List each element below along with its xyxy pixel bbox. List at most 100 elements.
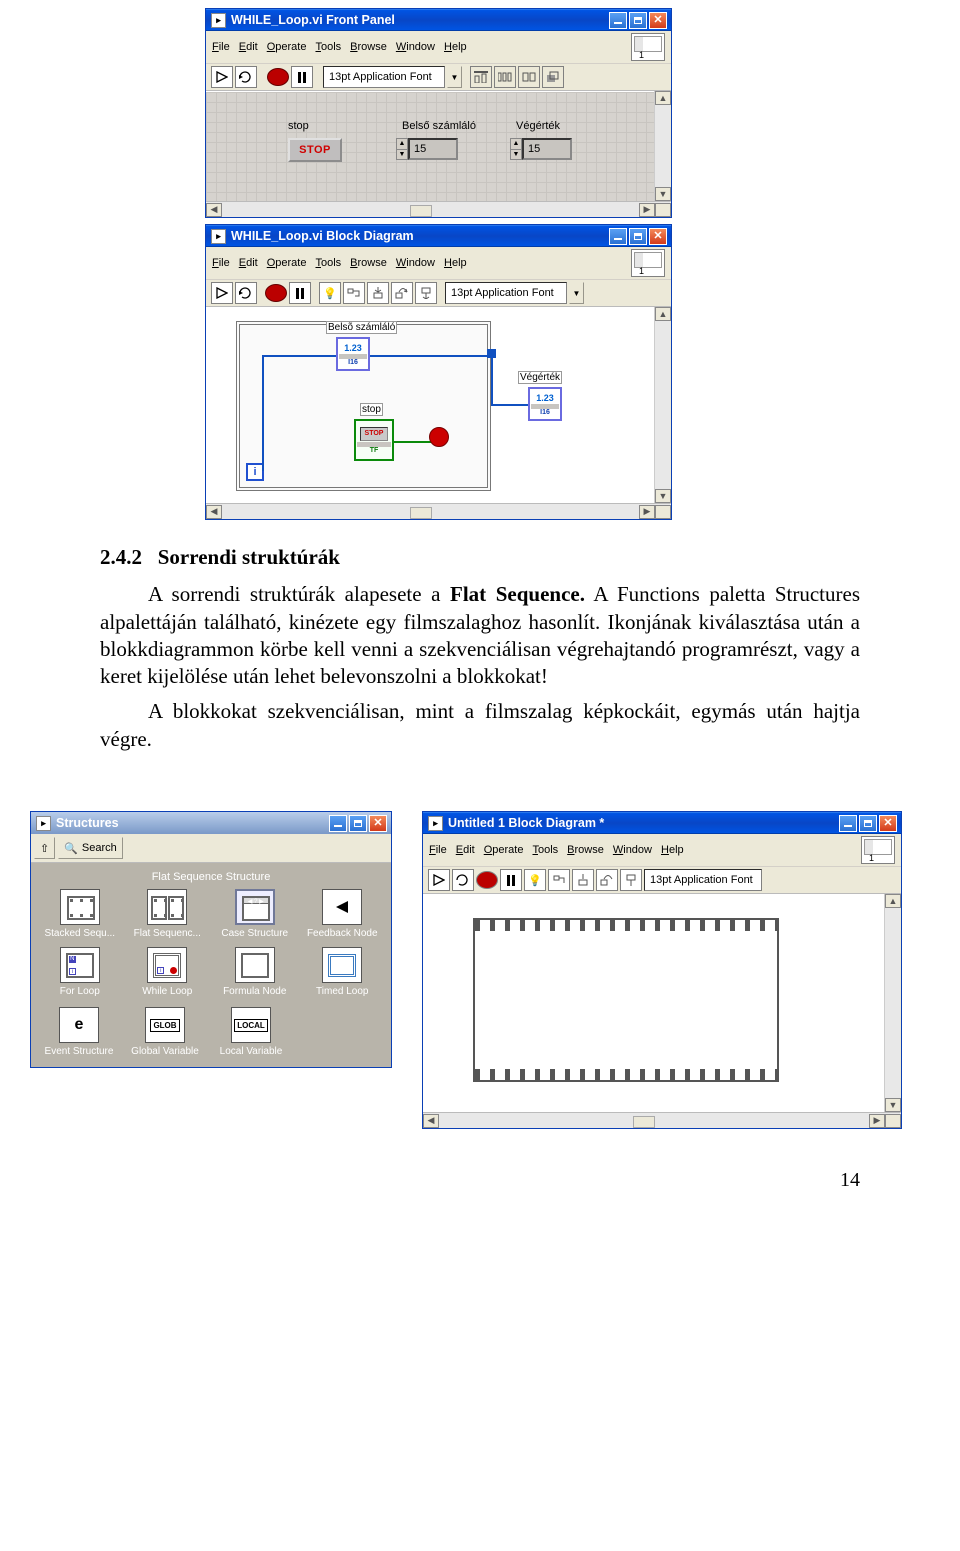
step-out-button[interactable] [415, 282, 437, 304]
formula-node-icon[interactable]: v=f(x) [235, 947, 275, 983]
maximize-button[interactable] [859, 815, 877, 832]
vertical-scrollbar[interactable]: ▲▼ [884, 894, 900, 1112]
menu-operate[interactable]: Operate [267, 257, 307, 269]
local-variable-icon[interactable]: LOCAL [231, 1007, 271, 1043]
minimize-button[interactable] [839, 815, 857, 832]
highlight-button[interactable]: 💡 [524, 869, 546, 891]
spin-icon[interactable]: ▲▼ [510, 138, 522, 160]
pause-button[interactable] [291, 66, 313, 88]
while-loop-icon[interactable]: i [147, 947, 187, 983]
retain-wire-button[interactable] [343, 282, 365, 304]
minimize-button[interactable] [329, 815, 347, 832]
step-out-button[interactable] [620, 869, 642, 891]
menu-tools[interactable]: Tools [315, 41, 341, 53]
reorder-button[interactable] [542, 66, 564, 88]
minimize-button[interactable] [609, 228, 627, 245]
step-into-button[interactable] [572, 869, 594, 891]
flat-sequence-structure[interactable] [473, 918, 779, 1082]
vertical-scrollbar[interactable]: ▲▼ [654, 307, 670, 503]
abort-button[interactable] [265, 284, 287, 302]
menu-file[interactable]: File [212, 41, 230, 53]
stop-terminal[interactable]: STOP TF [354, 419, 394, 461]
menu-help[interactable]: Help [444, 41, 467, 53]
stop-button[interactable]: STOP [288, 138, 342, 162]
close-button[interactable] [649, 228, 667, 245]
menu-help[interactable]: Help [444, 257, 467, 269]
menu-tools[interactable]: Tools [315, 257, 341, 269]
counter-indicator[interactable]: ▲▼ 15 [396, 138, 458, 160]
loop-condition-terminal[interactable] [429, 427, 449, 447]
menu-edit[interactable]: Edit [456, 844, 475, 856]
menu-tools[interactable]: Tools [532, 844, 558, 856]
close-button[interactable] [369, 815, 387, 832]
maximize-button[interactable] [629, 228, 647, 245]
palette-search-button[interactable]: 🔍 Search [58, 837, 123, 859]
palette-up-button[interactable]: ⇧ [34, 837, 55, 859]
flat-sequence-icon[interactable] [147, 889, 187, 925]
run-continuous-button[interactable] [235, 282, 257, 304]
highlight-button[interactable]: 💡 [319, 282, 341, 304]
vi-icon[interactable] [631, 33, 665, 61]
step-over-button[interactable] [391, 282, 413, 304]
distribute-button[interactable] [494, 66, 516, 88]
menu-edit[interactable]: Edit [239, 257, 258, 269]
font-dropdown[interactable]: 13pt Application Font [323, 66, 445, 88]
global-variable-icon[interactable]: GLOB [145, 1007, 185, 1043]
vi-icon[interactable] [631, 249, 665, 277]
window-titlebar[interactable]: ▸ WHILE_Loop.vi Block Diagram [206, 225, 671, 247]
minimize-button[interactable] [609, 12, 627, 29]
menu-operate[interactable]: Operate [267, 41, 307, 53]
menu-window[interactable]: Window [396, 257, 435, 269]
maximize-button[interactable] [349, 815, 367, 832]
menu-browse[interactable]: Browse [350, 41, 387, 53]
close-button[interactable] [649, 12, 667, 29]
window-titlebar[interactable]: ▸ Untitled 1 Block Diagram * [423, 812, 901, 834]
while-loop-structure[interactable]: Belsõ számláló 1.23 I16 i stop STOP TF [236, 321, 491, 491]
menu-help[interactable]: Help [661, 844, 684, 856]
step-button[interactable] [548, 869, 570, 891]
counter-terminal[interactable]: 1.23 I16 [336, 337, 370, 371]
vertical-scrollbar[interactable]: ▲▼ [654, 91, 670, 201]
end-indicator[interactable]: ▲▼ 15 [510, 138, 572, 160]
spin-icon[interactable]: ▲▼ [396, 138, 408, 160]
maximize-button[interactable] [629, 12, 647, 29]
run-button[interactable] [428, 869, 450, 891]
for-loop-icon[interactable]: Ni [60, 947, 100, 983]
step-over-button[interactable] [596, 869, 618, 891]
menu-browse[interactable]: Browse [350, 257, 387, 269]
pause-button[interactable] [289, 282, 311, 304]
horizontal-scrollbar[interactable]: ◀▶ [206, 503, 671, 519]
end-terminal[interactable]: 1.23 I16 [528, 387, 562, 421]
abort-button[interactable] [267, 68, 289, 86]
run-continuous-button[interactable] [235, 66, 257, 88]
font-dropdown-arrow[interactable]: ▼ [447, 66, 462, 88]
step-into-button[interactable] [367, 282, 389, 304]
menu-edit[interactable]: Edit [239, 41, 258, 53]
font-dropdown[interactable]: 13pt Application Font [644, 869, 762, 891]
window-titlebar[interactable]: ▸ WHILE_Loop.vi Front Panel [206, 9, 671, 31]
menu-browse[interactable]: Browse [567, 844, 604, 856]
run-button[interactable] [211, 282, 233, 304]
stacked-sequence-icon[interactable] [60, 889, 100, 925]
menu-window[interactable]: Window [396, 41, 435, 53]
resize-button[interactable] [518, 66, 540, 88]
close-button[interactable] [879, 815, 897, 832]
run-button[interactable] [211, 66, 233, 88]
menu-operate[interactable]: Operate [484, 844, 524, 856]
vi-icon[interactable] [861, 836, 895, 864]
menu-window[interactable]: Window [613, 844, 652, 856]
align-button[interactable] [470, 66, 492, 88]
event-structure-icon[interactable]: e [59, 1007, 99, 1043]
abort-button[interactable] [476, 871, 498, 889]
horizontal-scrollbar[interactable]: ◀▶ [423, 1112, 901, 1128]
case-structure-icon[interactable]: ◀ ? ▶ [235, 889, 275, 925]
timed-loop-icon[interactable] [322, 947, 362, 983]
horizontal-scrollbar[interactable]: ◀▶ [206, 201, 671, 217]
window-titlebar[interactable]: ▸ Structures [31, 812, 391, 834]
feedback-node-icon[interactable] [322, 889, 362, 925]
run-continuous-button[interactable] [452, 869, 474, 891]
pause-button[interactable] [500, 869, 522, 891]
menu-file[interactable]: File [212, 257, 230, 269]
font-dropdown-arrow[interactable]: ▼ [569, 282, 584, 304]
font-dropdown[interactable]: 13pt Application Font [445, 282, 567, 304]
